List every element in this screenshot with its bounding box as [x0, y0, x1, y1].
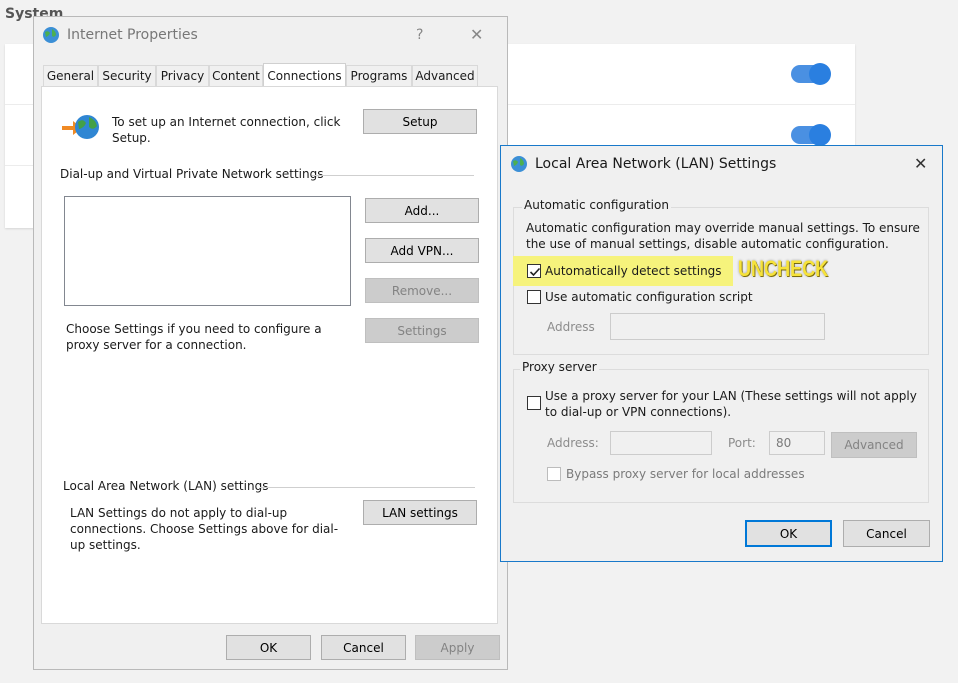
auto-detect-checkbox[interactable] — [527, 264, 541, 278]
setup-description: To set up an Internet connection, click … — [112, 115, 341, 145]
add-vpn-button[interactable]: Add VPN... — [365, 238, 479, 263]
close-icon[interactable]: ✕ — [470, 25, 483, 44]
tab-connections[interactable]: Connections — [263, 63, 346, 87]
ok-button[interactable]: OK — [226, 635, 311, 660]
lan-settings-heading: Local Area Network (LAN) settings — [63, 479, 269, 493]
auto-detect-label[interactable]: Automatically detect settings — [545, 264, 722, 278]
auto-script-checkbox[interactable] — [527, 290, 541, 304]
use-proxy-label[interactable]: Use a proxy server for your LAN (These s… — [545, 388, 925, 420]
lan-settings-dialog: Local Area Network (LAN) Settings ✕ Auto… — [500, 145, 943, 562]
address-label: Address — [547, 320, 595, 334]
window-title: Internet Properties — [67, 27, 198, 43]
setup-button[interactable]: Setup — [363, 109, 477, 134]
settings-button[interactable]: Settings — [365, 318, 479, 343]
window-title: Local Area Network (LAN) Settings — [535, 156, 777, 172]
port-label: Port: — [728, 436, 756, 450]
close-icon[interactable]: ✕ — [914, 154, 927, 173]
internet-connection-icon — [61, 112, 101, 145]
proxy-address-label: Address: — [547, 436, 599, 450]
globe-icon — [510, 155, 528, 176]
remove-button[interactable]: Remove... — [365, 278, 479, 303]
use-proxy-checkbox[interactable] — [527, 396, 541, 410]
proxy-server-heading: Proxy server — [520, 360, 599, 374]
toggle-switch[interactable] — [791, 124, 831, 146]
internet-properties-dialog: Internet Properties ? ✕ General Security… — [33, 16, 508, 670]
help-button[interactable]: ? — [416, 27, 423, 43]
dialup-vpn-heading: Dial-up and Virtual Private Network sett… — [60, 167, 324, 181]
bypass-proxy-checkbox[interactable] — [547, 467, 561, 481]
tab-general[interactable]: General — [43, 65, 98, 86]
address-input[interactable] — [610, 313, 825, 340]
apply-button[interactable]: Apply — [415, 635, 500, 660]
lan-settings-button[interactable]: LAN settings — [363, 500, 477, 525]
globe-icon — [42, 26, 60, 47]
ok-button[interactable]: OK — [745, 520, 832, 547]
toggle-switch[interactable] — [791, 63, 831, 85]
advanced-button[interactable]: Advanced — [831, 432, 917, 458]
connections-listbox[interactable] — [64, 196, 351, 306]
proxy-address-input[interactable] — [610, 431, 712, 455]
divider — [312, 175, 474, 176]
proxy-settings-hint: Choose Settings if you need to configure… — [66, 322, 322, 352]
tab-programs[interactable]: Programs — [346, 65, 412, 86]
cancel-button[interactable]: Cancel — [321, 635, 406, 660]
tab-content[interactable]: Content — [209, 65, 263, 86]
tab-security[interactable]: Security — [98, 65, 156, 86]
auto-config-description: Automatic configuration may override man… — [526, 221, 920, 251]
toggle-knob — [809, 124, 831, 146]
lan-description: LAN Settings do not apply to dial-up con… — [70, 506, 339, 552]
uncheck-annotation: UNCHECK — [738, 256, 829, 281]
connections-tab-panel: To set up an Internet connection, click … — [41, 86, 498, 624]
tab-advanced[interactable]: Advanced — [412, 65, 478, 86]
cancel-button[interactable]: Cancel — [843, 520, 930, 547]
auto-script-label[interactable]: Use automatic configuration script — [545, 290, 753, 304]
divider — [260, 487, 475, 488]
bypass-proxy-label[interactable]: Bypass proxy server for local addresses — [566, 467, 805, 481]
auto-config-heading: Automatic configuration — [522, 198, 671, 212]
tab-privacy[interactable]: Privacy — [156, 65, 209, 86]
toggle-knob — [809, 63, 831, 85]
port-input[interactable]: 80 — [769, 431, 825, 455]
add-button[interactable]: Add... — [365, 198, 479, 223]
